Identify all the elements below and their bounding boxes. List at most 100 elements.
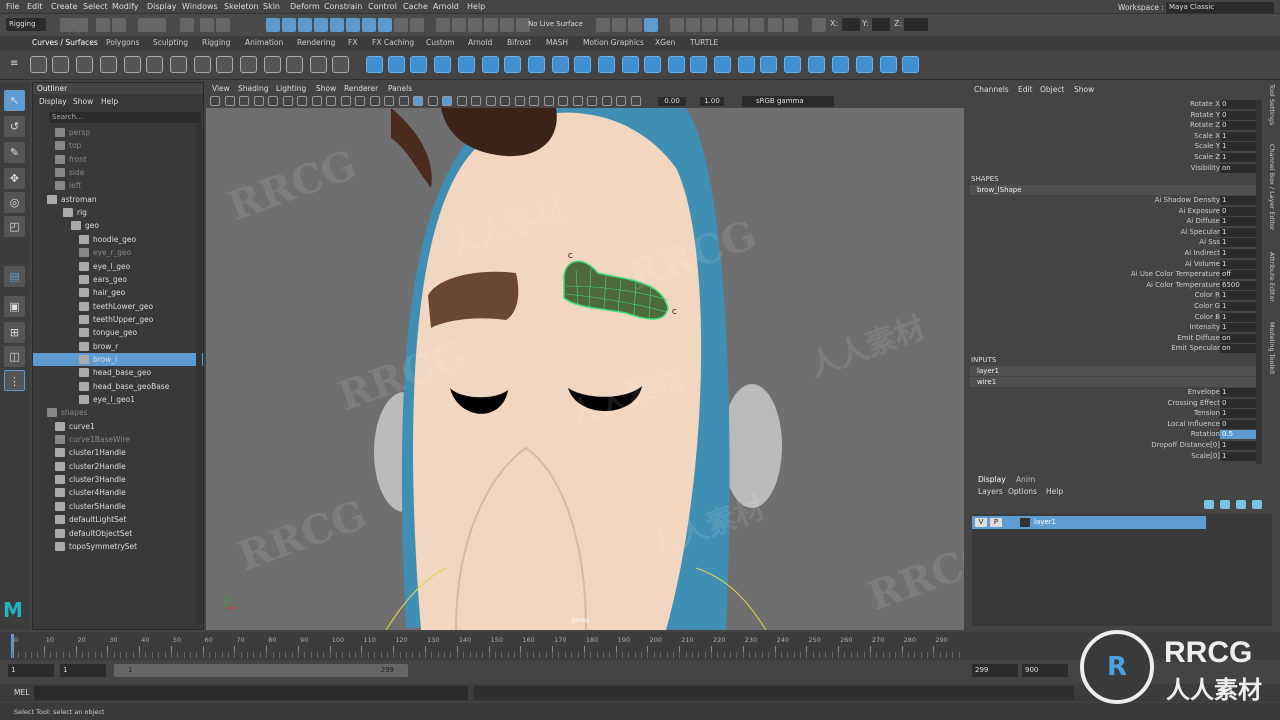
channel-menu-3[interactable]: Show [1074,85,1094,94]
range-slider[interactable]: 1 299 [114,664,408,677]
mel-input[interactable] [34,686,468,700]
shelf-tab-0[interactable]: Curves / Surfaces [32,38,98,47]
outliner-item[interactable]: astroman [33,193,203,206]
viewport-menu-2[interactable]: Lighting [276,84,306,93]
workspace-dropdown[interactable]: Maya Classic [1166,2,1274,13]
outliner-item-label[interactable]: head_base_geo [93,366,151,379]
menu-windows[interactable]: Windows [182,2,218,11]
toolbar-tool-icon[interactable] [734,18,748,32]
layer-action-icon[interactable] [1236,500,1246,509]
viewport-menu-5[interactable]: Panels [388,84,412,93]
input-node[interactable]: wire1 [970,376,1256,387]
channel-attr-name[interactable]: Rotation [1191,430,1220,438]
shelf-tab-13[interactable]: XGen [655,38,675,47]
outliner-item[interactable]: teethUpper_geo [33,313,203,326]
viewport-toolbar-icon[interactable] [413,96,423,106]
four-view-icon[interactable]: ⊞ [4,322,25,343]
outliner-item-label[interactable]: teethUpper_geo [93,313,153,326]
viewport-toolbar-icon[interactable] [311,96,322,106]
toolbar-tool-icon[interactable] [784,18,798,32]
outliner-item-label[interactable]: front [69,153,87,166]
outliner-item-label[interactable]: eye_r_geo [93,246,131,259]
viewport-menu-4[interactable]: Renderer [344,84,378,93]
side-tab-3[interactable]: Tool Settings [1268,84,1276,125]
toolbar-tool-icon[interactable] [330,18,344,32]
outliner-item[interactable]: ears_geo [33,273,203,286]
viewport-menu-0[interactable]: View [212,84,230,93]
toolbar-tool-icon[interactable] [768,18,782,32]
viewport-toolbar-icon[interactable] [297,96,307,106]
move-tool-icon[interactable]: ✥ [4,168,25,189]
outliner-menu-2[interactable]: Help [101,97,118,106]
toolbar-tool-icon[interactable] [394,18,408,32]
layer-action-icon[interactable] [1204,500,1214,509]
menu-cache[interactable]: Cache [403,2,428,11]
paint-select-icon[interactable]: ✎ [4,142,25,163]
outliner-item-label[interactable]: shapes [61,406,88,419]
outliner-item[interactable]: curve1BaseWire [33,433,203,446]
menu-edit[interactable]: Edit [27,2,43,11]
viewport-toolbar-icon[interactable] [471,96,481,106]
outliner-item-label[interactable]: hair_geo [93,286,125,299]
shelf-tool-icon[interactable] [504,56,521,73]
viewport-toolbar-icon[interactable] [529,96,539,106]
viewport-toolbar-icon[interactable] [326,96,336,106]
channel-attr-name[interactable]: Rotate Z [1190,121,1220,129]
viewport-toolbar-icon[interactable] [500,96,510,106]
channel-attr-name[interactable]: Color R [1195,291,1220,299]
viewport-toolbar-icon[interactable] [572,96,583,106]
viewport-menu-1[interactable]: Shading [238,84,268,93]
outliner-item-label[interactable]: left [69,179,81,192]
channel-attr-name[interactable]: Scale Z [1194,153,1220,161]
layers-icon[interactable]: ▤ [4,266,25,287]
toolbar-tool-icon[interactable] [812,18,826,32]
toolbar-tool-icon[interactable] [452,18,466,32]
channel-attr-name[interactable]: Local Influence [1167,420,1220,428]
shelf-tool-icon[interactable] [146,56,163,73]
outliner-item[interactable]: shapes [33,406,203,419]
channel-attr-name[interactable]: Dropoff Distance[0] [1151,441,1220,449]
channel-attr-name[interactable]: Ai Specular [1180,228,1220,236]
outliner-item[interactable]: cluster5Handle [33,500,203,513]
toolbar-tool-icon[interactable] [750,18,764,32]
z-field[interactable] [904,18,928,31]
channel-attr-name[interactable]: Crossing Effect [1168,399,1220,407]
channel-attr-name[interactable]: Rotate X [1190,100,1220,108]
channel-menu-1[interactable]: Edit [1018,85,1033,94]
shelf-tool-icon[interactable] [552,56,569,73]
outliner-item-label[interactable]: persp [69,126,90,139]
shelf-tool-icon[interactable] [690,56,707,73]
viewport-toolbar-icon[interactable] [355,96,365,106]
viewport-toolbar-icon[interactable] [587,96,597,106]
menu-help[interactable]: Help [467,2,485,11]
outliner-item[interactable]: tongue_geo [33,326,203,339]
mode-dropdown[interactable]: Rigging [6,18,46,31]
shelf-tab-7[interactable]: FX Caching [372,38,414,47]
viewport-toolbar-icon[interactable] [253,96,264,106]
channel-attr-name[interactable]: Envelope [1188,388,1220,396]
outliner-item-label[interactable]: cluster5Handle [69,500,126,513]
outliner-item-label[interactable]: eye_l_geo1 [93,393,135,406]
outliner-item[interactable]: rig [33,206,203,219]
outliner-item-label[interactable]: rig [77,206,87,219]
toolbar-tool-icon[interactable] [596,18,610,32]
channel-attr-name[interactable]: Color G [1194,302,1220,310]
outliner-item[interactable]: eye_r_geo [33,246,203,259]
channel-attr-name[interactable]: Intensity [1190,323,1220,331]
layer-action-icon[interactable] [1252,500,1262,509]
outliner-item[interactable]: teethLower_geo [33,300,203,313]
layer-action-icon[interactable] [1220,500,1230,509]
shelf-tool-icon[interactable] [880,56,897,73]
viewport-panel[interactable]: View Shading Lighting Show Renderer Panels 0.… [206,82,964,630]
viewport-toolbar-icon[interactable] [485,96,496,106]
outliner-item[interactable]: head_base_geo [33,366,203,379]
viewport-toolbar-icon[interactable] [427,96,438,106]
outliner-item-label[interactable]: eye_l_geo [93,260,130,273]
shelf-tool-icon[interactable] [714,56,731,73]
toolbar-tool-icon[interactable] [180,18,194,32]
single-view-icon[interactable]: ▣ [4,296,25,317]
toolbar-tool-icon[interactable] [468,18,482,32]
channel-attr-name[interactable]: Tension [1194,409,1220,417]
shelf-tool-icon[interactable] [30,56,47,73]
x-field[interactable] [842,18,860,31]
